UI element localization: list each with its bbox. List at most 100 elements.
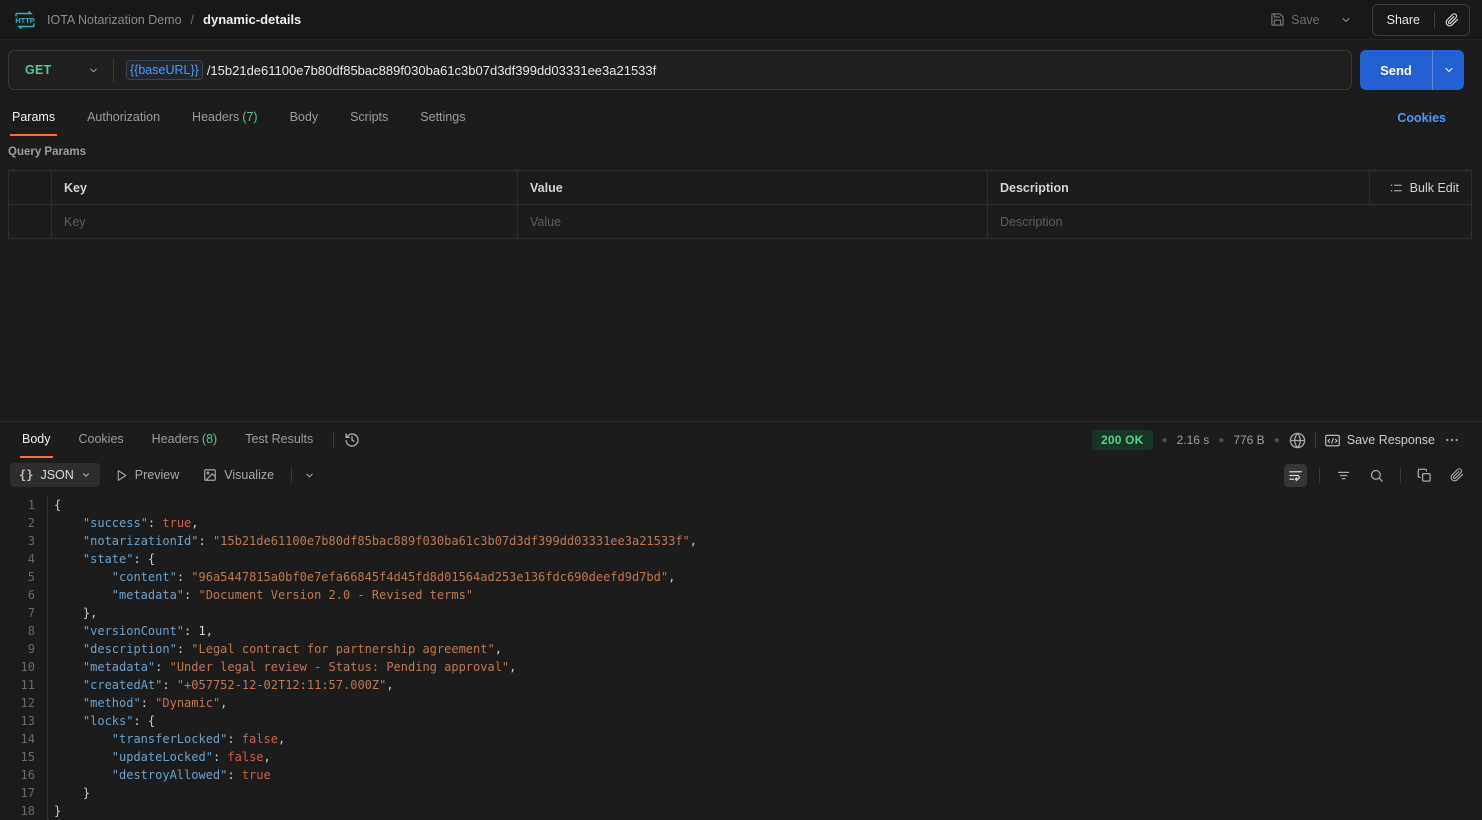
param-description-input[interactable]: Description (987, 205, 1471, 238)
param-key-input[interactable]: Key (51, 205, 517, 238)
response-meta: 200 OK ● 2.16 s ● 776 B ● Save Response (1092, 422, 1474, 458)
line-number: 14 (0, 730, 35, 748)
url-bar: GET {{baseURL}} /15b21de61100e7b80df85ba… (8, 50, 1352, 90)
response-more-options-icon[interactable] (1444, 432, 1460, 448)
method-label: GET (25, 63, 52, 77)
column-header-value: Value (517, 171, 987, 204)
save-icon (1270, 12, 1285, 27)
url-input[interactable]: {{baseURL}} /15b21de61100e7b80df85bac889… (114, 60, 1351, 80)
tab-label: Headers (152, 432, 199, 446)
send-options-chevron[interactable] (1432, 50, 1464, 90)
cookies-link[interactable]: Cookies (1397, 111, 1474, 125)
method-select[interactable]: GET (9, 51, 113, 89)
preview-label: Preview (135, 468, 179, 482)
code-line: }, (54, 604, 1482, 622)
save-button[interactable]: Save (1262, 7, 1328, 32)
braces-icon: {} (19, 468, 33, 482)
line-number: 4 (0, 550, 35, 568)
tab-label: Test Results (245, 432, 313, 446)
tab-cookies[interactable]: Cookies (77, 422, 126, 458)
format-select[interactable]: {} JSON (10, 463, 100, 487)
preview-button[interactable]: Preview (106, 463, 188, 487)
bulk-edit-button[interactable]: Bulk Edit (1369, 171, 1471, 204)
code-line: "method": "Dynamic", (54, 694, 1482, 712)
query-params-title: Query Params (0, 136, 1482, 164)
filter-icon[interactable] (1332, 464, 1355, 487)
response-pane: Body Cookies Headers(8) Test Results 200 OK… (0, 421, 1482, 820)
status-badge[interactable]: 200 OK (1092, 430, 1153, 450)
tab-label: Scripts (350, 110, 388, 124)
line-number: 12 (0, 694, 35, 712)
toolbar-divider (1400, 467, 1401, 483)
query-params-input-row: Key Value Description (9, 205, 1471, 238)
tab-params[interactable]: Params (10, 100, 57, 136)
tab-headers[interactable]: Headers(8) (150, 422, 220, 458)
meta-dot: ● (1162, 435, 1168, 446)
baseurl-variable-chip[interactable]: {{baseURL}} (126, 60, 203, 80)
tab-body[interactable]: Body (20, 422, 53, 458)
bulk-edit-label: Bulk Edit (1410, 181, 1459, 195)
line-number: 16 (0, 766, 35, 784)
http-request-icon: HTTP (12, 10, 38, 30)
code-line: "versionCount": 1, (54, 622, 1482, 640)
response-history-icon[interactable] (340, 428, 364, 452)
svg-text:HTTP: HTTP (15, 16, 35, 25)
save-options-chevron[interactable] (1334, 10, 1358, 30)
tab-authorization[interactable]: Authorization (85, 100, 162, 136)
network-globe-icon[interactable] (1289, 432, 1306, 449)
toolbar-divider (1319, 467, 1320, 483)
code-line: "metadata": "Under legal review - Status… (54, 658, 1482, 676)
line-number: 18 (0, 802, 35, 820)
code-line: "content": "96a5447815a0bf0e7efa66845f4d… (54, 568, 1482, 586)
select-all-cell[interactable] (9, 171, 51, 204)
line-number: 6 (0, 586, 35, 604)
wrap-text-icon[interactable] (1284, 464, 1307, 487)
tab-label: Params (12, 110, 55, 124)
code-line: "state": { (54, 550, 1482, 568)
send-button[interactable]: Send (1360, 50, 1432, 90)
line-number: 11 (0, 676, 35, 694)
save-response-button[interactable]: Save Response (1325, 433, 1435, 447)
line-number: 1 (0, 496, 35, 514)
copy-link-icon[interactable] (1435, 13, 1469, 27)
response-time[interactable]: 2.16 s (1177, 433, 1210, 447)
send-button-group: Send (1360, 50, 1464, 90)
more-formats-chevron[interactable] (300, 466, 319, 485)
breadcrumb-collection[interactable]: IOTA Notarization Demo (47, 13, 182, 27)
line-number: 3 (0, 532, 35, 550)
code-line: "locks": { (54, 712, 1482, 730)
save-label: Save (1291, 13, 1320, 27)
code-line: "updateLocked": false, (54, 748, 1482, 766)
breadcrumb-request-name[interactable]: dynamic-details (203, 12, 301, 27)
line-number: 10 (0, 658, 35, 676)
code-line: "notarizationId": "15b21de61100e7b80df85… (54, 532, 1482, 550)
tab-label: Headers (192, 110, 239, 124)
share-button[interactable]: Share (1373, 13, 1434, 27)
code-line: "description": "Legal contract for partn… (54, 640, 1482, 658)
code-lines: {"success": true,"notarizationId": "15b2… (48, 496, 1482, 820)
code-line: "transferLocked": false, (54, 730, 1482, 748)
tab-scripts[interactable]: Scripts (348, 100, 390, 136)
copy-icon[interactable] (1413, 464, 1436, 487)
tab-label: Body (290, 110, 319, 124)
toolbar-divider (291, 467, 292, 483)
bulk-edit-icon (1390, 183, 1403, 193)
code-line: { (54, 496, 1482, 514)
tab-body[interactable]: Body (288, 100, 321, 136)
tab-label: Authorization (87, 110, 160, 124)
row-checkbox-cell[interactable] (9, 205, 51, 238)
search-icon[interactable] (1365, 464, 1388, 487)
visualize-button[interactable]: Visualize (194, 463, 283, 487)
param-value-input[interactable]: Value (517, 205, 987, 238)
response-size[interactable]: 776 B (1233, 433, 1264, 447)
tab-test-results[interactable]: Test Results (243, 422, 315, 458)
tab-headers[interactable]: Headers(7) (190, 100, 260, 136)
gutter: 123456789101112131415161718 (0, 496, 48, 820)
url-path: /15b21de61100e7b80df85bac889f030ba61c3b0… (207, 63, 656, 78)
response-body-toolbar: {} JSON Preview Visualize (0, 458, 1482, 492)
response-body-viewer[interactable]: 123456789101112131415161718 {"success": … (0, 492, 1482, 820)
link-response-icon[interactable] (1446, 464, 1468, 486)
preview-play-icon (115, 469, 128, 482)
format-chevron-icon (81, 470, 91, 480)
tab-settings[interactable]: Settings (418, 100, 467, 136)
